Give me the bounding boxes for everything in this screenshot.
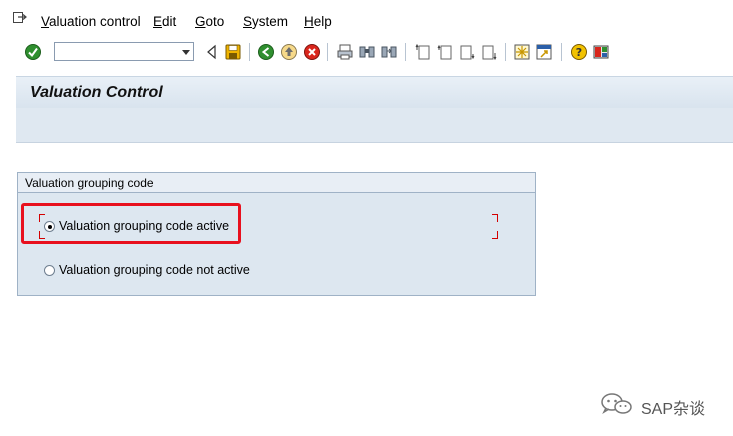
- menu-valuation-control[interactable]: Valuation control: [41, 14, 141, 29]
- highlight-annotation: [21, 203, 241, 244]
- help-icon[interactable]: ?: [570, 43, 588, 61]
- wechat-icon: [601, 393, 632, 414]
- collapse-triangle-icon[interactable]: [203, 43, 221, 61]
- menu-accelerator: E: [153, 14, 163, 29]
- find-icon[interactable]: [358, 43, 376, 61]
- exit-icon[interactable]: [280, 43, 298, 61]
- last-page-icon[interactable]: [480, 43, 498, 61]
- menu-label-rest: dit: [162, 14, 177, 29]
- toolbar-separator: [327, 43, 328, 61]
- print-icon[interactable]: [336, 43, 354, 61]
- toolbar-separator: [249, 43, 250, 61]
- chevron-down-icon[interactable]: [182, 50, 190, 55]
- save-icon[interactable]: [224, 43, 242, 61]
- menu-label-rest: aluation control: [49, 14, 141, 29]
- create-session-icon[interactable]: [513, 43, 531, 61]
- next-page-icon[interactable]: [458, 43, 476, 61]
- menu-accelerator: G: [195, 14, 206, 29]
- group-title: Valuation grouping code: [25, 176, 154, 190]
- menu-accelerator: H: [304, 14, 314, 29]
- menu-system[interactable]: System: [243, 14, 288, 29]
- enter-check-icon[interactable]: [24, 43, 42, 61]
- toolbar-separator: [561, 43, 562, 61]
- menu-arrow-icon[interactable]: [12, 10, 28, 26]
- command-field[interactable]: [54, 42, 194, 61]
- standard-toolbar: ?: [0, 38, 733, 68]
- menu-accelerator: S: [243, 14, 253, 29]
- first-page-icon[interactable]: [414, 43, 432, 61]
- back-icon[interactable]: [257, 43, 275, 61]
- radio-button[interactable]: [44, 265, 55, 276]
- menu-edit[interactable]: Edit: [153, 14, 176, 29]
- svg-text:?: ?: [576, 46, 582, 59]
- customize-layout-icon[interactable]: [592, 43, 610, 61]
- group-header: Valuation grouping code: [18, 173, 535, 193]
- menu-label-rest: ystem: [252, 14, 289, 29]
- watermark-text: SAP杂谈: [641, 401, 706, 418]
- application-toolbar: [16, 108, 733, 143]
- page-title: Valuation Control: [30, 84, 163, 101]
- radio-label: Valuation grouping code not active: [59, 263, 250, 277]
- find-next-icon[interactable]: [380, 43, 398, 61]
- focus-bracket: [492, 214, 498, 222]
- toolbar-separator: [405, 43, 406, 61]
- menu-goto[interactable]: Goto: [195, 14, 224, 29]
- previous-page-icon[interactable]: [436, 43, 454, 61]
- toolbar-separator: [505, 43, 506, 61]
- screen-title-bar: Valuation Control: [16, 76, 733, 109]
- shortcut-icon[interactable]: [535, 43, 553, 61]
- menu-bar: Valuation control Edit Goto System Help: [0, 0, 733, 38]
- menu-label-rest: oto: [205, 14, 225, 29]
- menu-help[interactable]: Help: [304, 14, 332, 29]
- cancel-icon[interactable]: [303, 43, 321, 61]
- focus-bracket: [492, 231, 498, 239]
- menu-label-rest: elp: [313, 14, 332, 29]
- menu-accelerator: V: [41, 14, 50, 29]
